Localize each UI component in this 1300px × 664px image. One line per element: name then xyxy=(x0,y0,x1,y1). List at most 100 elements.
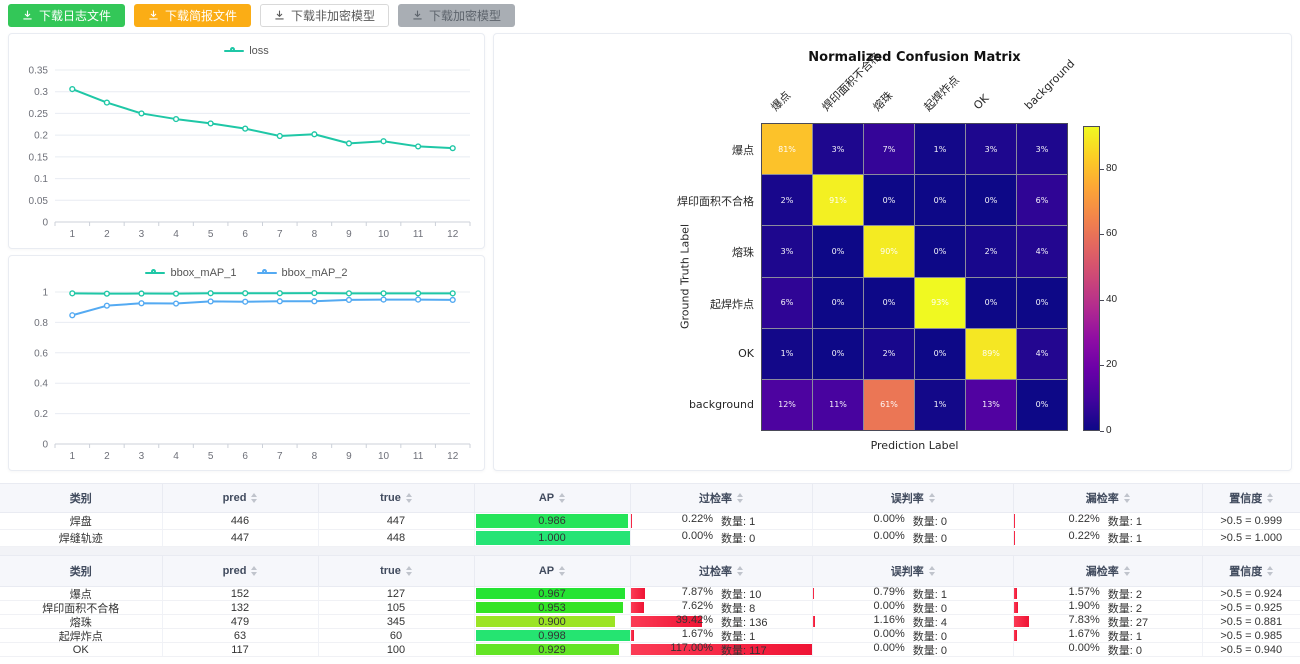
matrix-cell: 2% xyxy=(864,329,914,379)
matrix-row-label: 焊印面积不合格 xyxy=(494,193,754,209)
download-button-3[interactable]: 下载非加密模型 xyxy=(260,4,389,27)
button-label: 下载加密模型 xyxy=(429,7,501,24)
rate-cell: 117.00% 数量: 117 xyxy=(631,643,813,656)
column-header-置信度[interactable]: 置信度 xyxy=(1203,556,1300,586)
rate-cell: 1.67% 数量: 1 xyxy=(631,629,813,642)
sort-caret-icon xyxy=(251,493,257,503)
rate-cell: 7.62% 数量: 8 xyxy=(631,601,813,614)
matrix-cell: 0% xyxy=(1017,278,1067,328)
y-tick-label: 0.25 xyxy=(29,109,49,120)
rate-count: 数量: 1 xyxy=(1108,513,1162,529)
button-label: 下载简报文件 xyxy=(165,7,237,24)
confidence-cell: >0.5 = 0.881 xyxy=(1203,615,1300,628)
matrix-col-label: OK xyxy=(971,92,992,113)
colorbar xyxy=(1083,126,1100,431)
rate-count: 数量: 0 xyxy=(1108,643,1162,656)
matrix-cell: 0% xyxy=(966,278,1016,328)
x-tick-label: 12 xyxy=(447,229,459,240)
column-header-过检率[interactable]: 过检率 xyxy=(631,556,813,586)
matrix-row-label: 起焊炸点 xyxy=(494,296,754,312)
loss-chart: 00.050.10.150.20.250.30.3512345678910111… xyxy=(9,60,484,246)
matrix-cell: 0% xyxy=(864,175,914,225)
ap-value: 0.900 xyxy=(538,616,566,628)
legend-item-bbox_mAP_2[interactable]: bbox_mAP_2 xyxy=(257,267,348,279)
ap-value: 0.998 xyxy=(538,630,566,642)
column-header-pred[interactable]: pred xyxy=(163,484,319,512)
rate-percent: 0.00% xyxy=(859,530,905,546)
matrix-cell: 3% xyxy=(966,124,1016,174)
colorbar-tick-label: 40 xyxy=(1106,294,1117,305)
column-header-label: 类别 xyxy=(70,563,92,579)
column-header-AP[interactable]: AP xyxy=(475,556,631,586)
y-tick-label: 0.1 xyxy=(34,174,48,185)
matrix-cell: 0% xyxy=(966,175,1016,225)
download-button-1[interactable]: 下载日志文件 xyxy=(8,4,125,27)
column-header-置信度[interactable]: 置信度 xyxy=(1203,484,1300,512)
rate-count: 数量: 1 xyxy=(721,513,775,529)
matrix-cell: 0% xyxy=(915,226,965,276)
pred-cell: 152 xyxy=(163,587,319,600)
column-header-误判率[interactable]: 误判率 xyxy=(813,556,1015,586)
matrix-cell: 3% xyxy=(1017,124,1067,174)
data-point xyxy=(277,299,282,304)
column-header-label: AP xyxy=(539,492,554,504)
sort-caret-icon xyxy=(1267,493,1273,503)
column-header-漏检率[interactable]: 漏检率 xyxy=(1014,556,1203,586)
legend-marker-icon xyxy=(224,46,244,56)
ap-value: 0.953 xyxy=(538,602,566,614)
series-line-bbox_mAP_1 xyxy=(72,293,452,294)
column-header-pred[interactable]: pred xyxy=(163,556,319,586)
rate-count: 数量: 136 xyxy=(721,615,775,628)
table-row: OK117100 0.929 117.00% 数量: 117 0.00% 数量:… xyxy=(0,643,1300,657)
column-header-true[interactable]: true xyxy=(319,484,475,512)
map-chart-legend: bbox_mAP_1 bbox_mAP_2 xyxy=(9,256,484,282)
ap-value: 0.967 xyxy=(538,588,566,600)
data-point xyxy=(381,297,386,302)
column-header-label: 过检率 xyxy=(699,563,732,579)
data-point xyxy=(312,132,317,137)
column-header-过检率[interactable]: 过检率 xyxy=(631,484,813,512)
column-header-label: 漏检率 xyxy=(1086,490,1119,506)
rate-cell: 0.79% 数量: 1 xyxy=(813,587,1015,600)
table-row: 爆点152127 0.967 7.87% 数量: 10 0.79% 数量: 1 … xyxy=(0,587,1300,601)
true-cell: 448 xyxy=(319,530,475,546)
table-divider xyxy=(0,547,1300,555)
sort-caret-icon xyxy=(737,566,743,576)
matrix-cell: 0% xyxy=(915,175,965,225)
rate-cell: 1.90% 数量: 2 xyxy=(1014,601,1203,614)
column-header-AP[interactable]: AP xyxy=(475,484,631,512)
loss-chart-legend: loss xyxy=(9,34,484,60)
y-tick-label: 0.35 xyxy=(29,66,49,77)
rate-percent: 39.42% xyxy=(667,615,713,628)
download-button-2[interactable]: 下载简报文件 xyxy=(134,4,251,27)
x-tick-label: 1 xyxy=(70,229,76,240)
matrix-row-label: 熔珠 xyxy=(494,244,754,260)
column-header-误判率[interactable]: 误判率 xyxy=(813,484,1015,512)
x-tick-label: 7 xyxy=(277,229,283,240)
column-header-漏检率[interactable]: 漏检率 xyxy=(1014,484,1203,512)
loss-chart-card: loss 00.050.10.150.20.250.30.35123456789… xyxy=(8,33,485,249)
sort-caret-icon xyxy=(737,493,743,503)
data-point xyxy=(208,299,213,304)
true-cell: 345 xyxy=(319,615,475,628)
x-tick-label: 6 xyxy=(242,229,248,240)
rate-cell: 0.22% 数量: 1 xyxy=(1014,530,1203,546)
matrix-col-label: 爆点 xyxy=(767,88,792,113)
data-point xyxy=(416,291,421,296)
colorbar-tick xyxy=(1100,300,1104,301)
legend-item-bbox_mAP_1[interactable]: bbox_mAP_1 xyxy=(145,267,236,279)
x-tick-label: 7 xyxy=(277,451,283,462)
download-button-4[interactable]: 下载加密模型 xyxy=(398,4,515,27)
metrics-tables: 类别predtrueAP过检率误判率漏检率置信度焊盘446447 0.986 0… xyxy=(0,483,1300,657)
matrix-cell: 1% xyxy=(762,329,812,379)
column-header-true[interactable]: true xyxy=(319,556,475,586)
colorbar-tick-label: 80 xyxy=(1106,163,1117,174)
confidence-cell: >0.5 = 1.000 xyxy=(1203,530,1300,546)
matrix-cell: 11% xyxy=(813,380,863,430)
matrix-cell: 2% xyxy=(762,175,812,225)
rate-cell: 0.00% 数量: 0 xyxy=(1014,643,1203,656)
legend-item-loss[interactable]: loss xyxy=(224,45,269,57)
sort-caret-icon xyxy=(929,493,935,503)
matrix-cell: 7% xyxy=(864,124,914,174)
matrix-cell: 3% xyxy=(762,226,812,276)
